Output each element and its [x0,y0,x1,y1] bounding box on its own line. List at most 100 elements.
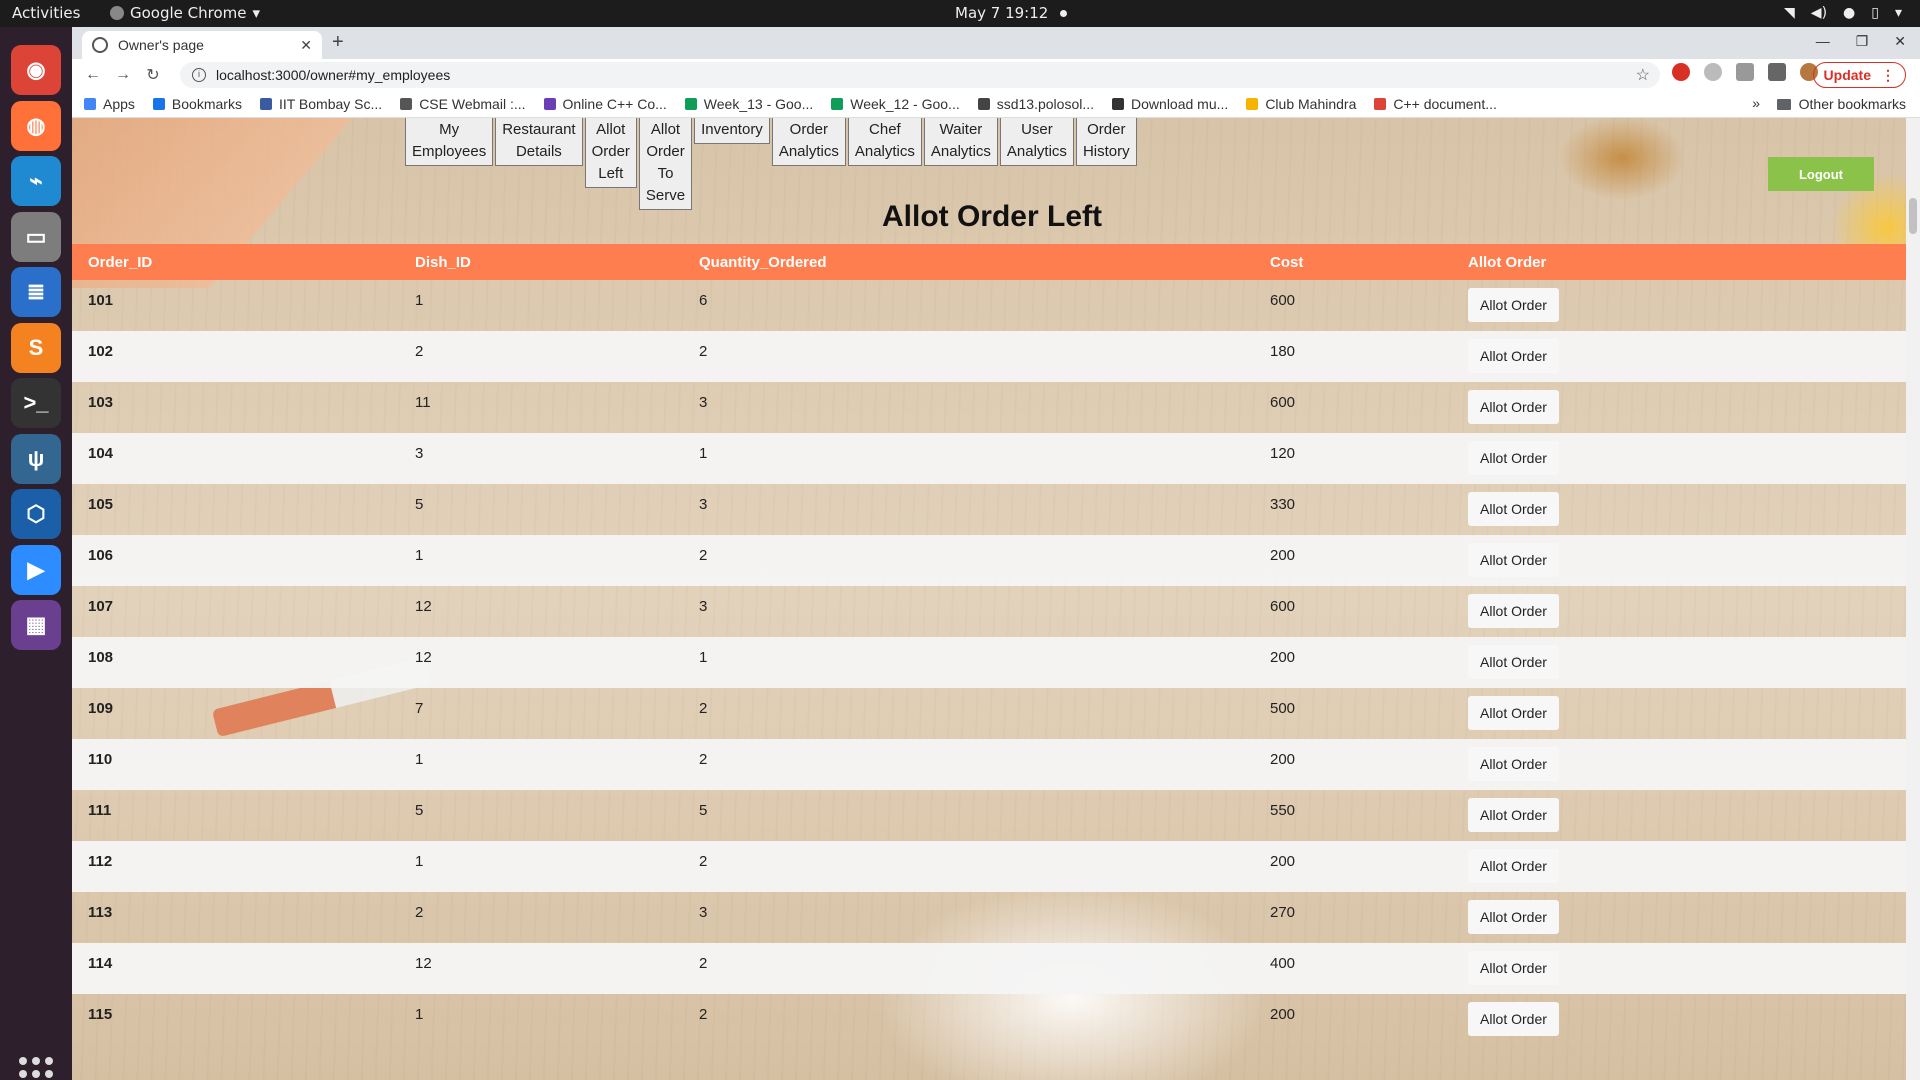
files-icon[interactable]: ▭ [11,211,61,262]
nav-tab[interactable]: My Employees [405,118,494,166]
nav-tab[interactable]: Order Analytics [771,118,846,166]
table-row: 112 1 2 200 Allot Order [72,841,1906,892]
info-icon[interactable]: i [192,68,206,82]
allot-order-button[interactable]: Allot Order [1468,441,1559,475]
show-apps-icon[interactable] [19,1057,53,1080]
bookmark-icon [259,98,272,110]
allot-order-button[interactable]: Allot Order [1468,339,1559,373]
page-title: Allot Order Left [881,200,1102,233]
bookmark-item[interactable]: Week_12 - Goo... [831,96,960,112]
adblock-icon[interactable] [1672,63,1690,81]
bookmark-item[interactable]: Online C++ Co... [543,96,667,112]
postgres-icon[interactable]: ψ [11,433,61,484]
allot-order-button[interactable]: Allot Order [1468,390,1559,424]
allot-order-button[interactable]: Allot Order [1468,849,1559,883]
writer-icon[interactable]: ≣ [11,267,61,317]
chrome-icon[interactable]: ◉ [11,45,61,95]
video-editor-icon[interactable]: ▦ [11,600,61,650]
clock-text: May 7 19:12 [955,4,1049,22]
bookmark-item[interactable]: Bookmarks [152,96,242,112]
allot-cell: Allot Order [1468,339,1768,373]
allot-cell: Allot Order [1468,441,1768,475]
allot-order-button[interactable]: Allot Order [1468,543,1559,577]
bookmark-item[interactable]: Club Mahindra [1246,96,1356,112]
bookmark-item[interactable]: C++ document... [1374,96,1497,112]
allot-order-button[interactable]: Allot Order [1468,492,1559,526]
quantity-cell: 3 [699,904,708,921]
bookmark-item[interactable]: Apps [84,96,135,112]
activities-button[interactable]: Activities [12,4,80,22]
close-window-icon[interactable]: ✕ [1894,33,1906,50]
translate-icon[interactable] [1704,63,1722,81]
bookmark-item[interactable]: Download mu... [1112,96,1228,112]
quantity-cell: 3 [699,394,708,411]
other-bookmarks[interactable]: Other bookmarks [1776,96,1906,112]
nav-tab[interactable]: Allot Order Left [584,118,637,188]
firefox-icon[interactable]: ◍ [11,100,61,151]
new-tab-button[interactable]: + [332,31,344,54]
bookmark-item[interactable]: IIT Bombay Sc... [259,96,382,112]
bookmark-item[interactable]: ssd13.polosol... [977,96,1094,112]
nav-tab-label: Allot [650,121,681,138]
minimize-icon[interactable]: — [1816,33,1830,50]
dish-id-cell: 1 [415,853,424,870]
close-icon[interactable]: ✕ [300,37,312,54]
dish-id-cell: 1 [415,751,424,768]
forward-icon[interactable]: → [108,66,138,84]
sublime-icon[interactable]: S [11,322,61,373]
cost-cell: 600 [1270,598,1296,615]
quantity-cell: 2 [699,751,708,768]
nav-tab[interactable]: Waiter Analytics [923,118,998,166]
allot-cell: Allot Order [1468,390,1768,424]
header-cost: Cost [1270,253,1304,271]
terminal-icon[interactable]: >_ [11,378,61,428]
allot-order-button[interactable]: Allot Order [1468,900,1559,934]
vscode-icon[interactable]: ⌁ [11,156,61,206]
allot-order-button[interactable]: Allot Order [1468,594,1559,628]
nav-tab[interactable]: Allot Order To Serve [638,118,693,210]
bookmark-icon [1112,98,1125,110]
scrollbar-thumb[interactable] [1909,198,1917,234]
zoom-icon[interactable]: ▶ [11,544,61,595]
mail-extension-icon[interactable] [1736,63,1754,81]
star-icon[interactable]: ☆ [1636,65,1650,85]
logout-button[interactable]: Logout [1768,157,1874,191]
browser-tab[interactable]: Owner's page ✕ [82,31,322,59]
allot-order-button[interactable]: Allot Order [1468,1002,1559,1036]
nav-tab[interactable]: Restaurant Details [495,118,583,166]
allot-order-button[interactable]: Allot Order [1468,747,1559,781]
allot-order-button[interactable]: Allot Order [1468,645,1559,679]
grid-dot [45,1070,53,1078]
puzzle-icon[interactable] [1768,63,1786,81]
nav-tab-label: Chef [869,121,901,138]
dish-id-cell: 1 [415,547,424,564]
clock[interactable]: May 7 19:12 [955,4,1068,22]
reload-icon[interactable]: ↻ [138,65,168,85]
nav-tab[interactable]: Chef Analytics [847,118,922,166]
allot-order-button[interactable]: Allot Order [1468,288,1559,322]
table-row: 102 2 2 180 Allot Order [72,331,1906,382]
update-button[interactable]: Update ⋮ [1812,62,1906,88]
page-viewport: My Employees Restaurant Details Allot Order Le… [72,118,1920,1080]
bookmark-label: Apps [103,96,135,112]
nav-tab[interactable]: Inventory [694,118,770,144]
scrollbar[interactable] [1906,118,1920,1080]
table-row: 108 12 1 200 Allot Order [72,637,1906,688]
nav-tab[interactable]: Order History [1075,118,1137,166]
allot-order-button[interactable]: Allot Order [1468,951,1559,985]
bookmark-item[interactable]: Week_13 - Goo... [684,96,813,112]
app-menu[interactable]: Google Chrome ▾ [110,4,260,22]
virtualbox-icon[interactable]: ⬡ [11,489,61,539]
restore-icon[interactable]: ❐ [1856,33,1869,50]
system-tray[interactable]: ◥ ◀) ● ▯ ▾ [1784,5,1902,21]
bookmark-item[interactable]: CSE Webmail :... [400,96,526,112]
allot-order-button[interactable]: Allot Order [1468,798,1559,832]
cost-cell: 200 [1270,1006,1296,1023]
allot-order-button[interactable]: Allot Order [1468,696,1559,730]
globe-icon [92,37,108,53]
address-bar[interactable]: i localhost:3000/owner#my_employees ☆ [180,62,1660,88]
back-icon[interactable]: ← [78,66,108,84]
grid-dot [19,1070,27,1078]
nav-tab[interactable]: User Analytics [999,118,1074,166]
more-bookmarks-icon[interactable]: » [1752,95,1760,111]
